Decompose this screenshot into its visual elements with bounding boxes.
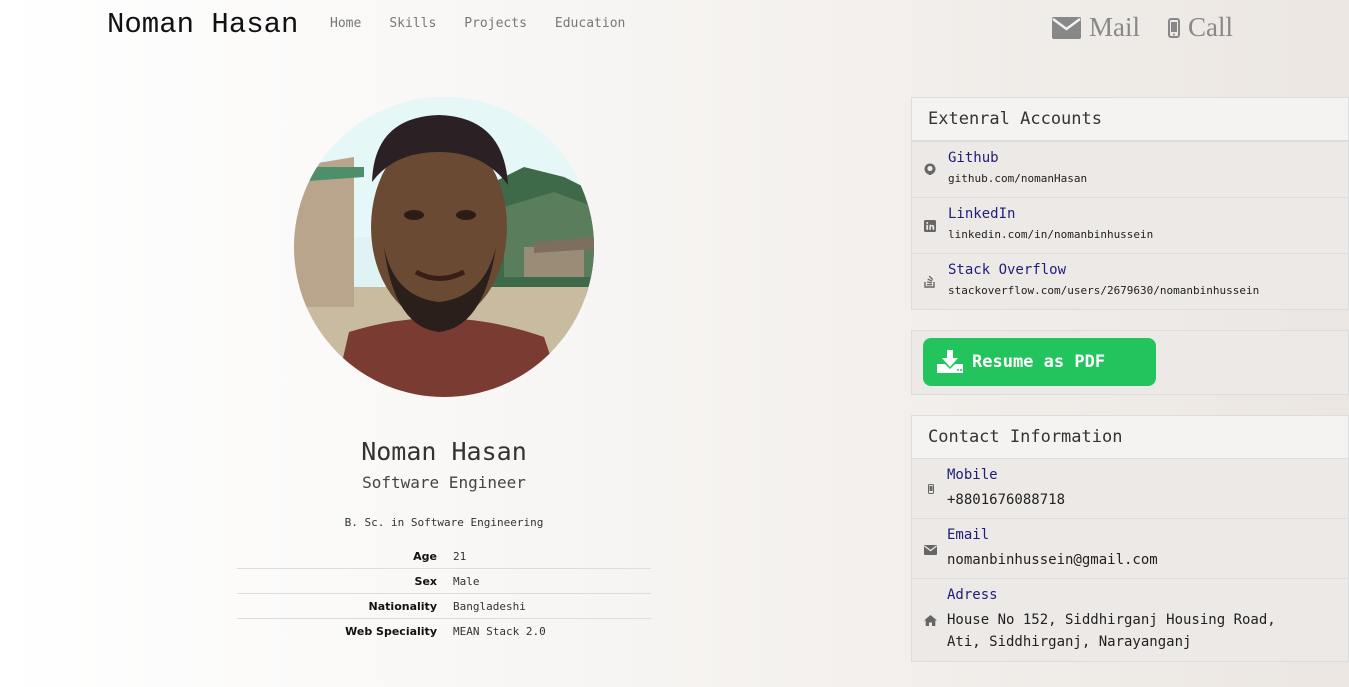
mail-link[interactable]: Mail: [1052, 12, 1140, 43]
envelope-icon: [1052, 16, 1081, 39]
info-key: Age: [413, 549, 437, 563]
envelope-icon: [924, 545, 937, 555]
site-brand[interactable]: Noman Hasan: [107, 8, 298, 41]
info-key: Web Speciality: [237, 618, 453, 643]
github-icon: [924, 163, 936, 175]
account-name[interactable]: Stack Overflow: [948, 262, 1066, 278]
stackoverflow-icon: [924, 275, 935, 288]
resume-pdf-button[interactable]: Resume as PDF: [923, 338, 1156, 386]
info-key: Nationality: [237, 593, 453, 619]
account-linkedin[interactable]: LinkedIn linkedin.com/in/nomanbinhussein: [912, 197, 1348, 253]
nav-home[interactable]: Home: [330, 16, 361, 31]
account-stackoverflow[interactable]: Stack Overflow stackoverflow.com/users/2…: [912, 253, 1348, 309]
contact-email: Email nomanbinhussein@gmail.com: [912, 518, 1348, 578]
call-label: Call: [1188, 12, 1233, 42]
profile-info-table: Age 21 Sex Male Nationality Bangladeshi …: [237, 544, 651, 643]
info-value: 21: [453, 549, 467, 563]
account-github[interactable]: Github github.com/nomanHasan: [912, 141, 1348, 197]
call-link[interactable]: Call: [1168, 12, 1233, 43]
linkedin-icon: [924, 220, 936, 232]
profile-title: Software Engineer: [362, 473, 526, 492]
contact-info-heading: Contact Information: [912, 416, 1348, 459]
mail-label: Mail: [1089, 12, 1140, 42]
table-row: Web Speciality MEAN Stack 2.0: [237, 618, 651, 643]
info-value: Male: [453, 568, 651, 594]
table-row: Sex Male: [237, 568, 651, 594]
external-accounts-heading: Extenral Accounts: [912, 98, 1348, 141]
mobile-icon: [1168, 17, 1180, 38]
header-contact-links: Mail Call: [1052, 12, 1261, 43]
nav-education[interactable]: Education: [555, 16, 625, 31]
home-icon: [924, 615, 937, 626]
mobile-label: Mobile: [947, 467, 998, 483]
account-url: github.com/nomanHasan: [948, 172, 1088, 185]
nav-skills[interactable]: Skills: [389, 16, 436, 31]
mobile-icon: [928, 484, 934, 494]
nav-projects[interactable]: Projects: [464, 16, 527, 31]
mobile-value[interactable]: +8801676088718: [947, 489, 1065, 511]
address-line-1: House No 152, Siddhirganj Housing Road,: [947, 612, 1276, 628]
resume-label: Resume as PDF: [972, 352, 1106, 372]
address-label: Adress: [947, 587, 998, 603]
contact-info-panel: Contact Information Mobile +880167608871…: [911, 415, 1349, 662]
download-icon: [937, 350, 963, 373]
account-url: linkedin.com/in/nomanbinhussein: [948, 228, 1154, 241]
contact-address: Adress House No 152, Siddhirganj Housing…: [912, 578, 1348, 661]
table-row: Nationality Bangladeshi: [237, 593, 651, 619]
info-value: Bangladeshi: [453, 593, 651, 619]
external-accounts-panel: Extenral Accounts Github github.com/noma…: [911, 97, 1349, 310]
profile-name: Noman Hasan: [361, 437, 527, 466]
profile-photo: [294, 97, 594, 397]
address-line-2: Ati, Siddhirganj, Narayanganj: [947, 634, 1192, 650]
table-row: Age 21: [237, 544, 651, 569]
address-value: House No 152, Siddhirganj Housing Road, …: [947, 609, 1276, 653]
main-nav: Home Skills Projects Education: [330, 16, 653, 31]
contact-mobile: Mobile +8801676088718: [912, 459, 1348, 518]
profile-degree: B. Sc. in Software Engineering: [344, 516, 544, 529]
account-url: stackoverflow.com/users/2679630/nomanbin…: [948, 284, 1260, 297]
email-value[interactable]: nomanbinhussein@gmail.com: [947, 549, 1158, 571]
info-value: MEAN Stack 2.0: [453, 618, 651, 643]
account-name[interactable]: Github: [948, 150, 999, 166]
account-name[interactable]: LinkedIn: [948, 206, 1015, 222]
info-key: Sex: [237, 568, 453, 594]
email-label: Email: [947, 527, 990, 543]
